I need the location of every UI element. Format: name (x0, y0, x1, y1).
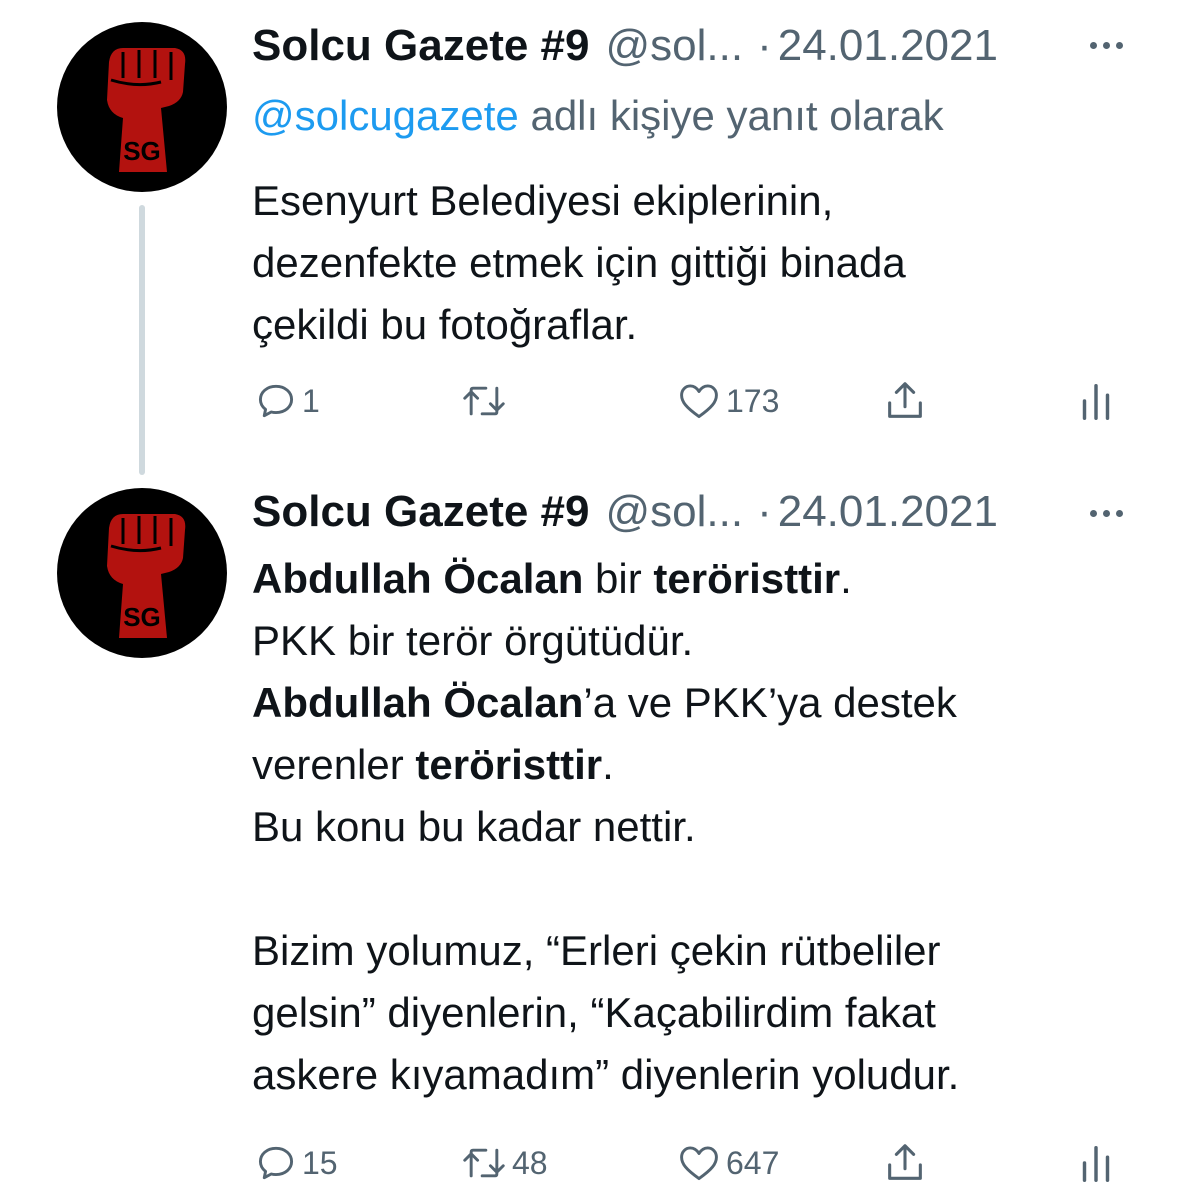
bold-text: teröristtir (653, 555, 841, 602)
tweet-text-line: verenler teröristtir. (252, 734, 1152, 796)
tweet-date[interactable]: 24.01.2021 (778, 482, 998, 542)
tweet-text: Esenyurt Belediyesi ekiplerinin, dezenfe… (252, 170, 1152, 356)
reply-icon (258, 384, 294, 418)
text-span: verenler (252, 741, 416, 788)
text-span: ’a ve PKK’ya destek (583, 679, 957, 726)
tweet-date[interactable]: 24.01.2021 (778, 16, 998, 76)
analytics-button[interactable] (1078, 1138, 1114, 1188)
tweet-1[interactable]: SG Solcu Gazete #9 @sol... · 24.01.2021 … (0, 0, 1197, 470)
tweet-text-line: gelsin” diyenlerin, “Kaçabilirdim fakat (252, 989, 936, 1036)
tweet-text-line: Abdullah Öcalan bir teröristtir. (252, 548, 1152, 610)
retweet-icon (463, 386, 505, 416)
tweet-text-line: dezenfekte etmek için gittiği binada (252, 239, 906, 286)
display-name[interactable]: Solcu Gazete #9 (252, 16, 589, 76)
more-options-icon[interactable] (1090, 510, 1123, 517)
more-options-icon[interactable] (1090, 42, 1123, 49)
tweet-actions: 1 173 (252, 376, 1132, 426)
display-name[interactable]: Solcu Gazete #9 (252, 482, 589, 542)
user-handle[interactable]: @sol... (605, 482, 743, 542)
fist-logo-icon: SG (107, 48, 186, 172)
reply-context-text: adlı kişiye yanıt olarak (518, 92, 944, 139)
like-button[interactable]: 173 (676, 376, 779, 426)
share-icon (888, 1144, 922, 1180)
avatar-logo-text: SG (123, 602, 161, 632)
user-handle[interactable]: @sol... (605, 16, 743, 76)
fist-logo-icon: SG (107, 514, 186, 638)
tweet-actions: 15 48 647 (252, 1138, 1132, 1188)
text-span: bir (583, 555, 654, 602)
bold-text: Abdullah Öcalan (252, 679, 584, 726)
text-span: . (602, 741, 614, 788)
separator-dot: · (757, 21, 772, 70)
reply-count: 15 (302, 1144, 338, 1181)
analytics-button[interactable] (1078, 376, 1114, 426)
share-icon (888, 382, 922, 418)
retweet-icon (463, 1148, 505, 1178)
tweet-text-line: Abdullah Öcalan’a ve PKK’ya destek (252, 672, 1152, 734)
bold-text: teröristtir (415, 741, 603, 788)
tweet-header: Solcu Gazete #9 @sol... · 24.01.2021 (252, 16, 1152, 76)
text-span: . (840, 555, 852, 602)
reply-mention-link[interactable]: @solcugazete (252, 92, 519, 139)
reply-icon (258, 1146, 294, 1180)
share-button[interactable] (882, 1138, 928, 1188)
tweet-text-line: çekildi bu fotoğraflar. (252, 301, 638, 348)
tweet-text-line: askere kıyamadım” diyenlerin yoludur. (252, 1051, 960, 1098)
like-button[interactable]: 647 (676, 1138, 779, 1188)
like-icon (680, 1146, 718, 1181)
tweet-text-line: Esenyurt Belediyesi ekiplerinin, (252, 177, 834, 224)
separator-dot: · (757, 487, 772, 536)
tweet-text-line: PKK bir terör örgütüdür. (252, 617, 694, 664)
like-icon (680, 384, 718, 419)
share-button[interactable] (882, 376, 928, 426)
avatar[interactable]: SG (57, 22, 227, 192)
retweet-count: 48 (512, 1144, 548, 1181)
avatar[interactable]: SG (57, 488, 227, 658)
reply-context: @solcugazete adlı kişiye yanıt olarak (252, 86, 944, 146)
tweet-header: Solcu Gazete #9 @sol... · 24.01.2021 (252, 482, 1152, 542)
like-count: 647 (726, 1144, 780, 1181)
tweet-text-line: Bizim yolumuz, “Erleri çekin rütbeliler (252, 927, 941, 974)
like-count: 173 (726, 382, 780, 419)
tweet-text: Abdullah Öcalan bir teröristtir. PKK bir… (252, 548, 1152, 1106)
bold-text: Abdullah Öcalan (252, 555, 584, 602)
reply-button[interactable]: 15 (254, 1138, 338, 1188)
analytics-icon (1082, 383, 1110, 420)
retweet-button[interactable] (460, 376, 512, 426)
analytics-icon (1082, 1145, 1110, 1182)
reply-button[interactable]: 1 (254, 376, 320, 426)
reply-count: 1 (302, 382, 320, 419)
avatar-logo-text: SG (123, 136, 161, 166)
tweet-2[interactable]: SG Solcu Gazete #9 @sol... · 24.01.2021 … (0, 470, 1197, 1200)
tweet-text-line: Bu konu bu kadar nettir. (252, 803, 696, 850)
retweet-button[interactable]: 48 (460, 1138, 548, 1188)
